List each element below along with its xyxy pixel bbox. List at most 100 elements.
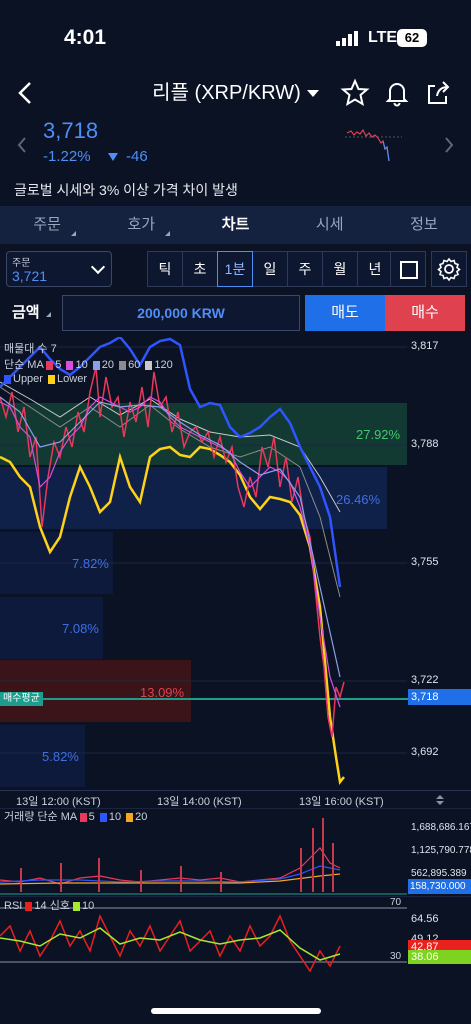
signal-swatch bbox=[73, 901, 81, 911]
ma-legend: 단순 MA 5 10 20 60 120 bbox=[4, 356, 175, 372]
rsi-level-label: 30 bbox=[390, 951, 402, 962]
mini-chart bbox=[345, 128, 402, 162]
current-price-tag: 3,718 bbox=[408, 689, 471, 705]
volume-y-tick: 562,895.389 bbox=[411, 868, 467, 879]
volume-legend-title: 거래량 단순 MA bbox=[4, 811, 77, 823]
share-icon[interactable] bbox=[423, 78, 453, 108]
resize-arrows-icon[interactable] bbox=[434, 794, 446, 806]
lower-legend: Lower bbox=[48, 373, 87, 385]
home-indicator[interactable] bbox=[151, 1008, 321, 1014]
tab-label: 시세 bbox=[315, 216, 344, 233]
order-price-label: 주문 bbox=[12, 258, 31, 269]
volume-y-tick: 1,688,686.167 bbox=[411, 822, 471, 833]
tab-label: 정보 bbox=[410, 216, 438, 233]
ma60-legend: 60 bbox=[119, 359, 140, 371]
order-price-select[interactable]: 주문 3,721 bbox=[6, 251, 112, 287]
interval-year[interactable]: 년 bbox=[357, 251, 393, 287]
band-legend: Upper Lower bbox=[4, 373, 89, 385]
rsi-signal-label: 신호 bbox=[49, 900, 70, 912]
rsi-level-label: 70 bbox=[390, 897, 402, 908]
ma10-legend: 10 bbox=[66, 359, 88, 371]
amount-label: 금액 bbox=[12, 304, 40, 321]
corner-icon bbox=[45, 312, 51, 317]
ma5-legend: 5 bbox=[46, 359, 61, 371]
chevron-down-icon bbox=[306, 90, 319, 98]
x-tick: 13일 12:00 (KST) bbox=[16, 796, 101, 808]
volume-profile-label: 13.09% bbox=[140, 685, 185, 700]
rsi-signal-tag: 38.06 bbox=[408, 950, 471, 964]
bell-icon[interactable] bbox=[382, 78, 412, 108]
price-chart[interactable] bbox=[0, 337, 471, 807]
volume-profile-label: 5.82% bbox=[42, 749, 79, 764]
next-coin-icon[interactable] bbox=[443, 136, 455, 154]
amount-type-select[interactable]: 금액 bbox=[12, 296, 51, 330]
interval-selector: 틱 초 1분 일 주 월 년 bbox=[147, 251, 393, 287]
volume-profile-label: 26.46% bbox=[336, 492, 381, 507]
y-tick: 3,788 bbox=[411, 438, 439, 450]
amount-input[interactable]: 200,000 KRW bbox=[62, 295, 300, 331]
ma120-legend: 120 bbox=[145, 359, 173, 371]
rsi-period: 14 bbox=[34, 900, 47, 912]
order-price-value: 3,721 bbox=[12, 268, 48, 284]
interval-day[interactable]: 일 bbox=[252, 251, 288, 287]
rsi-y-tick: 64.56 bbox=[411, 913, 439, 925]
avg-buy-tag: 매수평균 bbox=[0, 692, 43, 706]
settings-button[interactable] bbox=[431, 251, 467, 287]
change-abs-text: -46 bbox=[126, 148, 148, 165]
interval-1min[interactable]: 1분 bbox=[217, 251, 253, 287]
star-icon[interactable] bbox=[340, 78, 370, 108]
battery-indicator: 62 bbox=[397, 29, 427, 47]
corner-icon bbox=[71, 231, 77, 236]
volume-profile-label: 7.08% bbox=[62, 621, 99, 636]
y-tick: 3,817 bbox=[411, 340, 439, 352]
volume-y-tick: 1,125,790.778 bbox=[411, 845, 471, 856]
tab-info[interactable]: 정보 bbox=[377, 206, 471, 244]
volume-ma5-line bbox=[0, 847, 341, 885]
rsi-title: RSI bbox=[4, 900, 23, 912]
y-tick: 3,722 bbox=[411, 674, 439, 686]
prev-coin-icon[interactable] bbox=[16, 136, 28, 154]
interval-month[interactable]: 월 bbox=[322, 251, 358, 287]
ma-legend-title: 단순 MA bbox=[4, 359, 44, 371]
tab-label: 주문 bbox=[33, 216, 61, 233]
current-price: 3,718 bbox=[43, 118, 99, 143]
network-label: LTE bbox=[368, 29, 398, 46]
x-tick: 13일 16:00 (KST) bbox=[299, 796, 384, 808]
gear-icon bbox=[437, 257, 461, 282]
vol-ma10-legend: 10 bbox=[99, 811, 121, 823]
x-tick: 13일 14:00 (KST) bbox=[157, 796, 242, 808]
volume-profile-label: 27.92% bbox=[356, 427, 401, 442]
sell-button[interactable]: 매도 bbox=[305, 295, 385, 331]
main-tabs: 주문 호가 차트 시세 정보 bbox=[0, 206, 471, 244]
tab-orderbook[interactable]: 호가 bbox=[94, 206, 188, 244]
y-tick: 3,755 bbox=[411, 556, 439, 568]
rsi-legend: RSI 14 신호 10 bbox=[4, 897, 94, 913]
tab-label: 호가 bbox=[127, 216, 156, 233]
rsi-signal-line bbox=[0, 927, 341, 961]
fullscreen-button[interactable] bbox=[390, 251, 426, 287]
interval-second[interactable]: 초 bbox=[182, 251, 218, 287]
tab-chart[interactable]: 차트 bbox=[188, 206, 282, 244]
corner-icon bbox=[165, 231, 171, 236]
rsi-swatch bbox=[25, 901, 33, 911]
vol-ma20-legend: 20 bbox=[126, 811, 147, 823]
tab-label: 차트 bbox=[221, 216, 250, 233]
signal-icon bbox=[336, 31, 358, 46]
change-amount: -46 bbox=[108, 148, 148, 165]
buy-button[interactable]: 매수 bbox=[385, 295, 465, 331]
rsi-line bbox=[0, 913, 341, 973]
rsi-signal-period: 10 bbox=[82, 900, 95, 912]
interval-tick[interactable]: 틱 bbox=[147, 251, 183, 287]
y-tick: 3,692 bbox=[411, 746, 439, 758]
ma20-legend: 20 bbox=[92, 359, 114, 371]
tab-market[interactable]: 시세 bbox=[283, 206, 377, 244]
vol-ma5-legend: 5 bbox=[79, 811, 95, 823]
interval-week[interactable]: 주 bbox=[287, 251, 323, 287]
down-triangle-icon bbox=[108, 153, 118, 162]
volume-current-tag: 158,730.000 bbox=[408, 879, 471, 894]
status-bar: 4:01 LTE 62 bbox=[0, 0, 471, 70]
tab-order[interactable]: 주문 bbox=[0, 206, 94, 244]
volume-profile-legend: 매물대 수 7 bbox=[4, 343, 57, 355]
volume-profile-label: 7.82% bbox=[72, 556, 109, 571]
price-gap-notice[interactable]: 글로벌 시세와 3% 이상 가격 차이 발생 bbox=[0, 175, 471, 205]
